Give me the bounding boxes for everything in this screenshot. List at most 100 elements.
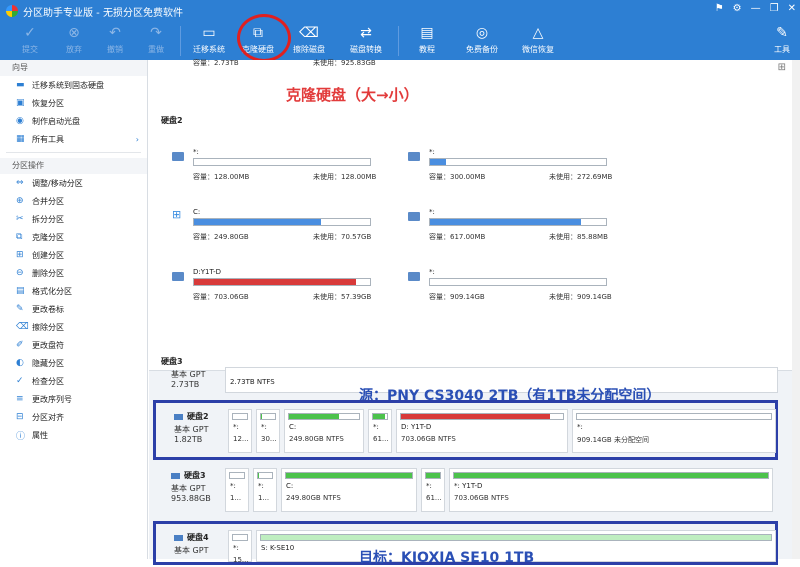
sidebar-op-item[interactable]: ⇔ 调整/移动分区 bbox=[0, 174, 147, 192]
partition-block[interactable]: D: Y1T-D 703.06GB NTFS bbox=[396, 409, 568, 453]
partition-label: *: Y1T-D bbox=[454, 482, 483, 490]
drive-icon bbox=[408, 272, 420, 281]
flag-icon[interactable]: ⚑ bbox=[715, 3, 724, 14]
cancel-icon: ⊗ bbox=[68, 25, 80, 41]
partition-card[interactable]: *: 容量：909.14GB 未使用：909.14GB bbox=[397, 262, 617, 316]
wipe-disk-button[interactable]: ⌫ 擦除磁盘 bbox=[287, 22, 331, 60]
sidebar-op-item[interactable]: ≡ 更改序列号 bbox=[0, 390, 147, 408]
tools-button[interactable]: ✎ 工具 bbox=[760, 22, 800, 60]
usage-fill bbox=[430, 219, 582, 225]
partition-block[interactable]: *: 15... bbox=[228, 530, 252, 564]
unused-text: 未使用：909.14GB bbox=[549, 293, 612, 301]
sidebar-item-migrate[interactable]: ▬ 迁移系统到固态硬盘 bbox=[0, 76, 147, 94]
partition-bar bbox=[288, 413, 360, 420]
sidebar-item-alltools[interactable]: ▦ 所有工具 › bbox=[0, 130, 147, 148]
partition-block[interactable]: C: 249.80GB NTFS bbox=[281, 468, 417, 512]
sidebar-op-item[interactable]: ▤ 格式化分区 bbox=[0, 282, 147, 300]
partition-size: 703.06GB NTFS bbox=[454, 494, 509, 502]
partition-label: *: bbox=[426, 482, 432, 490]
close-button[interactable]: ✕ bbox=[788, 3, 796, 14]
sidebar-op-item[interactable]: ⊟ 分区对齐 bbox=[0, 408, 147, 426]
commit-button[interactable]: ✓ 提交 bbox=[8, 22, 52, 60]
usage-fill bbox=[194, 279, 356, 285]
wipe-icon: ⌫ bbox=[299, 25, 319, 41]
partition-fill bbox=[373, 414, 386, 419]
partition-card[interactable]: *: 容量：128.00MB 未使用：128.00MB bbox=[161, 142, 381, 196]
scrollbar[interactable] bbox=[792, 60, 800, 559]
partition-fill bbox=[426, 473, 440, 478]
op-icon: ⊞ bbox=[16, 250, 24, 260]
partition-block[interactable]: C: 249.80GB NTFS bbox=[284, 409, 364, 453]
settings-icon[interactable]: ⚙ bbox=[733, 3, 742, 14]
partition-label: C: bbox=[286, 482, 294, 490]
undo-button[interactable]: ↶ 撤销 bbox=[93, 22, 137, 60]
partition-size: 1... bbox=[230, 494, 242, 502]
partition-card[interactable]: *: 容量：617.00MB 未使用：85.88MB bbox=[397, 202, 617, 256]
partition-card[interactable]: ⊞ C: 容量：249.80GB 未使用：70.57GB bbox=[161, 202, 381, 256]
wrench-icon: ✎ bbox=[776, 25, 788, 41]
partition-block[interactable]: *: Y1T-D 703.06GB NTFS bbox=[449, 468, 773, 512]
tutorial-button[interactable]: ▤ 教程 bbox=[405, 22, 449, 60]
op-icon: ▤ bbox=[16, 286, 25, 296]
partition-bar bbox=[576, 413, 772, 420]
sidebar-op-item[interactable]: ✎ 更改卷标 bbox=[0, 300, 147, 318]
partition-fill bbox=[401, 414, 551, 419]
partition-size: 15... bbox=[233, 556, 249, 564]
sidebar-op-item[interactable]: ⓘ 属性 bbox=[0, 426, 147, 444]
discard-button[interactable]: ⊗ 放弃 bbox=[52, 22, 96, 60]
partition-label: *: bbox=[233, 544, 239, 552]
sidebar-op-item[interactable]: ✂ 拆分分区 bbox=[0, 210, 147, 228]
backup-button[interactable]: ◎ 免费备份 bbox=[460, 22, 504, 60]
window-title: 分区助手专业版 - 无损分区免费软件 bbox=[23, 7, 183, 19]
wechat-recovery-button[interactable]: △ 微信恢复 bbox=[516, 22, 560, 60]
sidebar-op-item[interactable]: ✐ 更改盘符 bbox=[0, 336, 147, 354]
partition-bar bbox=[260, 534, 772, 541]
view-grid-icon[interactable]: ⊞ bbox=[778, 62, 786, 73]
check-icon: ✓ bbox=[24, 25, 36, 41]
drive-icon bbox=[408, 212, 420, 221]
partition-size: 703.06GB NTFS bbox=[401, 435, 456, 443]
sidebar-op-item[interactable]: ◐ 隐藏分区 bbox=[0, 354, 147, 372]
partition-card[interactable]: D:Y1T-D 容量：703.06GB 未使用：57.39GB bbox=[161, 262, 381, 316]
app-logo-icon bbox=[6, 5, 18, 17]
sidebar-op-item[interactable]: ⊞ 创建分区 bbox=[0, 246, 147, 264]
windows-icon: ⊞ bbox=[172, 208, 182, 221]
op-icon: ⊕ bbox=[16, 196, 24, 206]
sidebar-op-item[interactable]: ⧉ 克隆分区 bbox=[0, 228, 147, 246]
migrate-os-button[interactable]: ▭ 迁移系统 bbox=[187, 22, 231, 60]
sidebar-op-item[interactable]: ⊕ 合并分区 bbox=[0, 192, 147, 210]
partition-block[interactable]: *: 61... bbox=[368, 409, 392, 453]
sidebar-item-recover[interactable]: ▣ 恢复分区 bbox=[0, 94, 147, 112]
partition-name: *: bbox=[429, 208, 435, 216]
sidebar-item-bootdisk[interactable]: ◉ 制作启动光盘 bbox=[0, 112, 147, 130]
maximize-button[interactable]: ❐ bbox=[770, 3, 779, 14]
partition-block[interactable]: *: 61... bbox=[421, 468, 445, 512]
partition-block[interactable]: *: 909.14GB 未分配空间 bbox=[572, 409, 776, 453]
minimize-button[interactable]: — bbox=[751, 3, 761, 14]
top-unused: 未使用：925.83GB bbox=[313, 59, 376, 67]
redo-icon: ↷ bbox=[150, 25, 162, 41]
database-icon: ◎ bbox=[475, 25, 489, 41]
redo-button[interactable]: ↷ 重做 bbox=[134, 22, 178, 60]
partition-size: 12... bbox=[233, 435, 249, 443]
disk-row-3[interactable]: 硬盘3 基本 GPT 953.88GB *: 1... *: 1... C: 249.80GB… bbox=[153, 462, 778, 522]
sidebar-op-item[interactable]: ✓ 检查分区 bbox=[0, 372, 147, 390]
disc-icon: ◉ bbox=[16, 116, 24, 126]
sidebar-op-item[interactable]: ⊖ 删除分区 bbox=[0, 264, 147, 282]
disk-map: 基本 GPT 2.73TB 2.73TB NTFS 源：PNY CS3040 2T… bbox=[149, 367, 792, 566]
sidebar-op-item[interactable]: ⌫ 擦除分区 bbox=[0, 318, 147, 336]
op-icon: ⊖ bbox=[16, 268, 24, 278]
partition-card[interactable]: *: 容量：300.00MB 未使用：272.69MB bbox=[397, 142, 617, 196]
convert-disk-button[interactable]: ⇄ 磁盘转换 bbox=[344, 22, 388, 60]
book-icon: ▤ bbox=[420, 25, 434, 41]
partition-block[interactable]: *: 1... bbox=[225, 468, 249, 512]
annotation-clone: 克隆硬盘（大→小） bbox=[286, 86, 419, 104]
partition-bar bbox=[453, 472, 769, 479]
partition-block[interactable]: *: 12... bbox=[228, 409, 252, 453]
partition-size: 909.14GB 未分配空间 bbox=[577, 436, 649, 444]
partition-block[interactable]: *: 30... bbox=[256, 409, 280, 453]
usage-bar bbox=[193, 158, 371, 166]
partition-block[interactable]: *: 1... bbox=[253, 468, 277, 512]
partition-bar bbox=[229, 472, 245, 479]
disk-row-2[interactable]: 硬盘2 基本 GPT 1.82TB *: 12... *: 30... C: 249.80GB… bbox=[153, 400, 778, 460]
